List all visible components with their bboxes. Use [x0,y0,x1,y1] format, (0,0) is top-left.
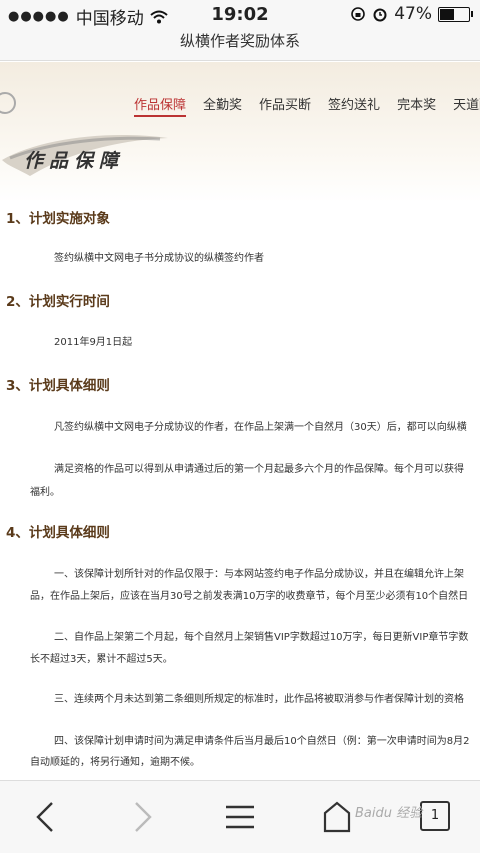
nav-tab-signing-gift[interactable]: 签约送礼 [328,94,380,117]
paragraph: 福利。 [30,487,60,498]
section-heading: 3、计划具体细则 [6,378,110,394]
forward-icon[interactable] [132,801,154,833]
paragraph: 四、该保障计划申请时间为满足申请条件后当月最后10个自然日（例：第一次申请时间为… [54,736,470,747]
rotation-lock-icon [351,7,366,21]
paragraph: 自动顺延的，将另行通知，逾期不候。 [30,757,200,768]
status-bar: ●●●●● 中国移动 19:02 47% [0,0,480,30]
tabs-count: 1 [430,808,440,823]
back-icon[interactable] [34,801,56,833]
paragraph: 长不超过3天，累计不超过5天。 [30,654,173,665]
paragraph: 一、该保障计划所针对的作品仅限于：与本网站签约电子作品分成协议，并且在编辑允许上… [54,569,464,580]
section-heading: 4、计划具体细则 [6,525,110,541]
page-title: 纵横作者奖励体系 [179,32,300,50]
paragraph: 2011年9月1日起 [54,337,133,348]
paragraph: 满足资格的作品可以得到从申请通过后的第一个月起最多六个月的作品保障。每个月可以获… [54,464,464,475]
paragraph: 三、连续两个月未达到第二条细则所规定的标准时，此作品将被取消参与作者保障计划的资… [54,694,464,705]
section-banner-title: 作品保障 [24,150,125,172]
web-content: 作品保障 全勤奖 作品买断 签约送礼 完本奖 天道酬勤 作品保障 1、计划实施对… [0,62,480,780]
tabs-button[interactable]: 1 [420,801,450,831]
paragraph: 二、自作品上架第二个月起，每个自然月上架销售VIP字数超过10万字，每日更新VI… [54,632,469,643]
paragraph: 凡签约纵横中文网电子分成协议的作者，在作品上架满一个自然月（30天）后，都可以向… [54,422,467,433]
nav-tab-completion[interactable]: 完本奖 [397,94,436,117]
home-icon[interactable] [322,801,352,833]
logo-icon [0,92,16,114]
section-heading: 1、计划实施对象 [6,211,110,227]
battery-percent: 47% [394,4,432,24]
nav-tab-guarantee[interactable]: 作品保障 [134,94,187,117]
menu-icon[interactable] [224,801,256,833]
nav-tab-buyout[interactable]: 作品买断 [259,94,311,117]
page-title-bar[interactable]: 纵横作者奖励体系 [0,30,480,61]
section-heading: 2、计划实行时间 [6,294,110,310]
watermark: Baidu 经验 [355,806,423,821]
nav-tab-diligence[interactable]: 天道酬勤 [453,94,480,117]
paragraph: 签约纵横中文网电子书分成协议的纵横签约作者 [54,253,264,264]
paragraph: 品，在作品上架后，应该在当月30号之前发表满10万字的收费章节，每个月至少必须有… [30,591,469,602]
tab-nav: 作品保障 全勤奖 作品买断 签约送礼 完本奖 天道酬勤 [0,90,480,118]
nav-tab-attendance[interactable]: 全勤奖 [203,94,242,117]
alarm-icon [373,8,387,22]
battery-icon [438,6,473,22]
